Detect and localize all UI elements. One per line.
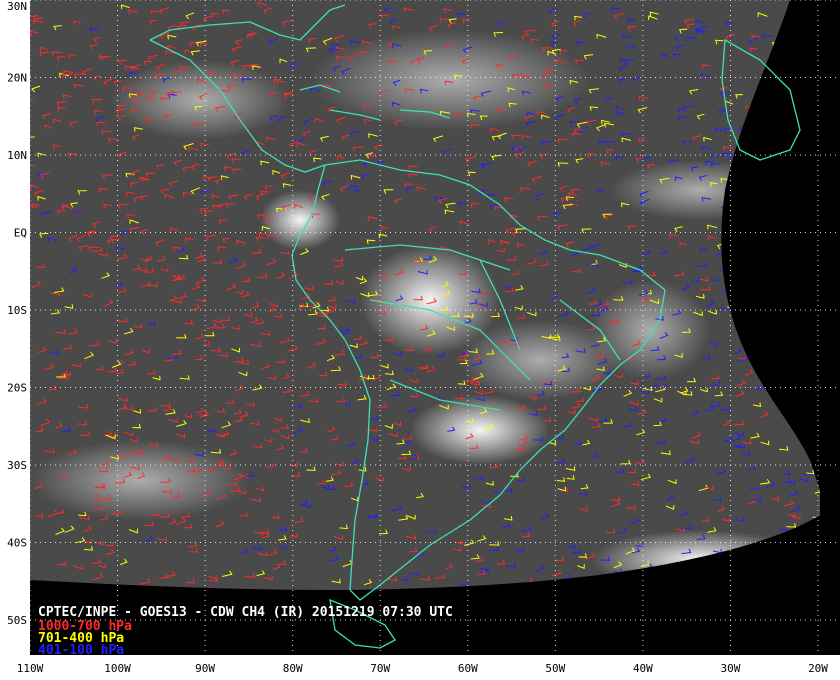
longitude-label: 40W [633,662,653,675]
cloud-patch [30,440,250,520]
latitude-label: 10N [7,149,27,162]
latitude-label: 10S [7,304,27,317]
longitude-label: 60W [458,662,478,675]
latitude-label: 50S [7,614,27,627]
longitude-label: 20W [808,662,828,675]
latitude-label: 30N [7,0,27,13]
map-canvas: 30N 20N 10N EQ 10S 20S 30S 40S 50S 110W 100W 90W 80… [0,0,840,680]
latitude-label: 20S [7,382,27,395]
latitude-label: 40S [7,537,27,550]
longitude-label: 100W [104,662,131,675]
longitude-label: 70W [370,662,390,675]
latitude-label: 20N [7,72,27,85]
cloud-patch [410,395,550,465]
map-title: CPTEC/INPE - GOES13 - CDW CH4 (IR) 20151… [38,605,453,620]
longitude-label: 80W [283,662,303,675]
longitude-label: 90W [195,662,215,675]
latitude-label: 30S [7,459,27,472]
longitude-label: 110W [17,662,44,675]
latitude-label: EQ [14,227,27,240]
legend-high-level: 401-100 hPa [38,643,124,658]
cloud-patch [590,280,710,380]
cloud-patch [260,190,340,250]
longitude-label: 50W [545,662,565,675]
satellite-wind-map: 30N 20N 10N EQ 10S 20S 30S 40S 50S 110W 100W 90W 80… [0,0,840,680]
longitude-label: 30W [721,662,741,675]
